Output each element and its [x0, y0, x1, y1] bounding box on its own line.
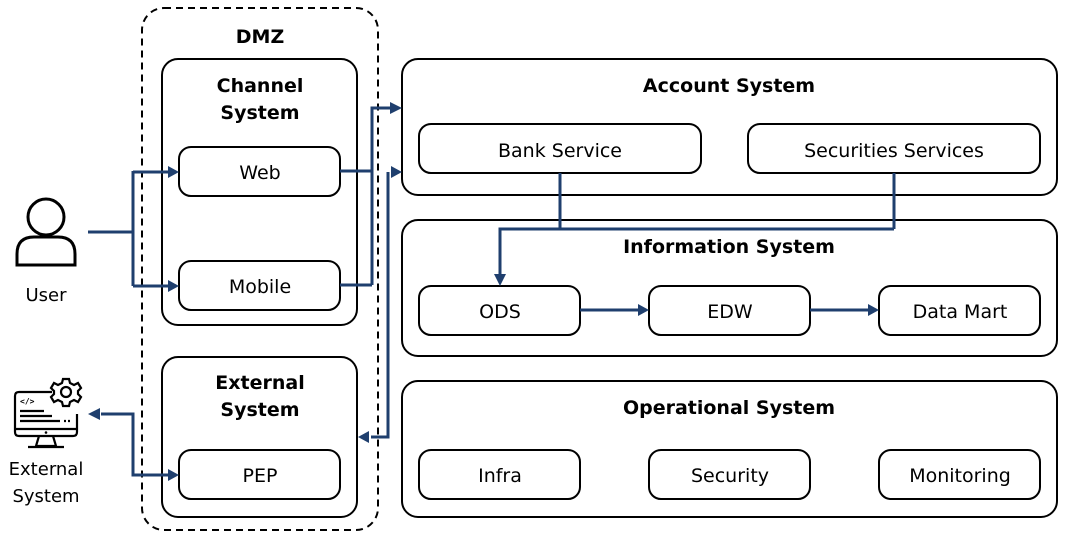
architecture-diagram: DMZ Channel System Web Mobile External S…	[9, 7, 1058, 531]
ods-label: ODS	[479, 301, 521, 323]
ods-node[interactable]: ODS	[418, 285, 581, 336]
monitoring-label: Monitoring	[909, 465, 1011, 487]
information-system-title: Information System	[623, 236, 835, 258]
connector-account-dmz-external	[371, 172, 390, 439]
account-system: Account System Bank Service Securities S…	[401, 58, 1058, 196]
pep-label: PEP	[243, 465, 278, 487]
bank-service-node[interactable]: Bank Service	[418, 123, 702, 174]
securities-services-node[interactable]: Securities Services	[747, 123, 1041, 174]
operational-system-title: Operational System	[623, 397, 835, 419]
web-node[interactable]: Web	[178, 146, 341, 197]
channel-system-title-line1: Channel	[217, 75, 304, 97]
pep-node[interactable]: PEP	[178, 449, 341, 500]
data-mart-node[interactable]: Data Mart	[878, 285, 1041, 336]
security-label: Security	[691, 465, 769, 487]
monitor-code-gear-icon: </>	[13, 377, 83, 449]
data-mart-label: Data Mart	[913, 301, 1008, 323]
external-system-label-line2: System	[12, 486, 79, 507]
dmz-title: DMZ	[236, 26, 284, 48]
arrowhead-account	[390, 102, 402, 114]
channel-system-title-line2: System	[220, 102, 299, 124]
account-system-title: Account System	[643, 75, 815, 97]
external-system-actor[interactable]: </> External System	[9, 377, 84, 507]
external-system-label-line1: External	[9, 459, 84, 480]
monitoring-node[interactable]: Monitoring	[878, 449, 1041, 500]
securities-services-label: Securities Services	[804, 140, 984, 162]
bank-service-label: Bank Service	[498, 140, 622, 162]
dmz-external-system-title-line2: System	[220, 399, 299, 421]
mobile-label: Mobile	[229, 276, 291, 298]
edw-label: EDW	[707, 301, 753, 323]
dmz-external-system-title-line1: External	[215, 372, 304, 394]
web-label: Web	[239, 162, 280, 184]
arrowhead-external-system	[88, 408, 100, 420]
arrowhead-dmz-external	[358, 431, 369, 443]
operational-system: Operational System Infra Security Monito…	[401, 380, 1058, 518]
mobile-node[interactable]: Mobile	[178, 260, 341, 311]
connector-external-pep	[101, 412, 168, 477]
infra-label: Infra	[478, 465, 522, 487]
dmz-external-system: External System PEP	[161, 356, 358, 518]
channel-system: Channel System Web Mobile	[161, 58, 358, 326]
arrowhead-account-2	[391, 166, 402, 178]
user-actor[interactable]: User	[15, 197, 77, 306]
security-node[interactable]: Security	[648, 449, 811, 500]
infra-node[interactable]: Infra	[418, 449, 581, 500]
user-icon	[15, 197, 77, 267]
svg-text:</>: </>	[20, 397, 35, 406]
user-label: User	[25, 285, 67, 306]
edw-node[interactable]: EDW	[648, 285, 811, 336]
